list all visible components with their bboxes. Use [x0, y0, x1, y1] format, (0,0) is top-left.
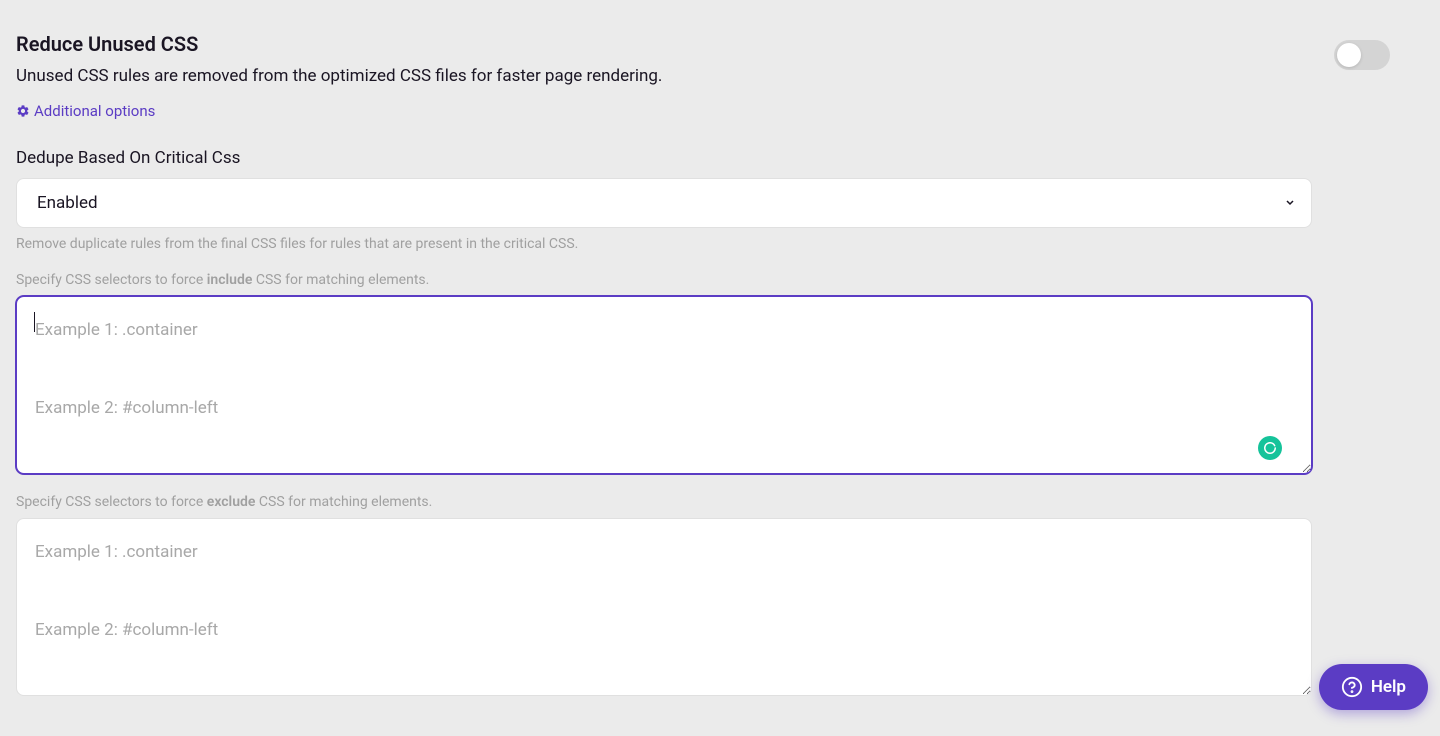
help-button[interactable]: Help: [1319, 664, 1428, 710]
text-cursor: [34, 312, 35, 332]
gear-icon: [16, 104, 30, 118]
toggle-knob: [1337, 43, 1361, 67]
dedupe-label: Dedupe Based On Critical Css: [16, 148, 1400, 168]
section-title-block: Reduce Unused CSS Unused CSS rules are r…: [16, 32, 1334, 148]
additional-options-link[interactable]: Additional options: [16, 102, 155, 120]
include-selectors-textarea[interactable]: [16, 296, 1312, 474]
reduce-unused-css-toggle[interactable]: [1334, 40, 1390, 70]
include-textarea-wrapper: [16, 296, 1312, 478]
dedupe-select[interactable]: Enabled: [16, 178, 1312, 228]
exclude-prompt: Specify CSS selectors to force exclude C…: [16, 494, 1400, 510]
grammarly-icon[interactable]: [1258, 436, 1282, 460]
dedupe-helper: Remove duplicate rules from the final CS…: [16, 236, 1400, 252]
exclude-textarea-wrapper: [16, 518, 1312, 700]
section-title: Reduce Unused CSS: [16, 32, 1334, 56]
exclude-selectors-textarea[interactable]: [16, 518, 1312, 696]
settings-panel: Reduce Unused CSS Unused CSS rules are r…: [0, 0, 1420, 736]
section-description: Unused CSS rules are removed from the op…: [16, 66, 1334, 86]
include-prompt: Specify CSS selectors to force include C…: [16, 272, 1400, 288]
section-header-row: Reduce Unused CSS Unused CSS rules are r…: [16, 32, 1400, 148]
help-icon: [1341, 676, 1363, 698]
help-label: Help: [1371, 677, 1406, 697]
dedupe-select-wrapper: Enabled: [16, 178, 1312, 228]
additional-options-label: Additional options: [34, 102, 155, 120]
